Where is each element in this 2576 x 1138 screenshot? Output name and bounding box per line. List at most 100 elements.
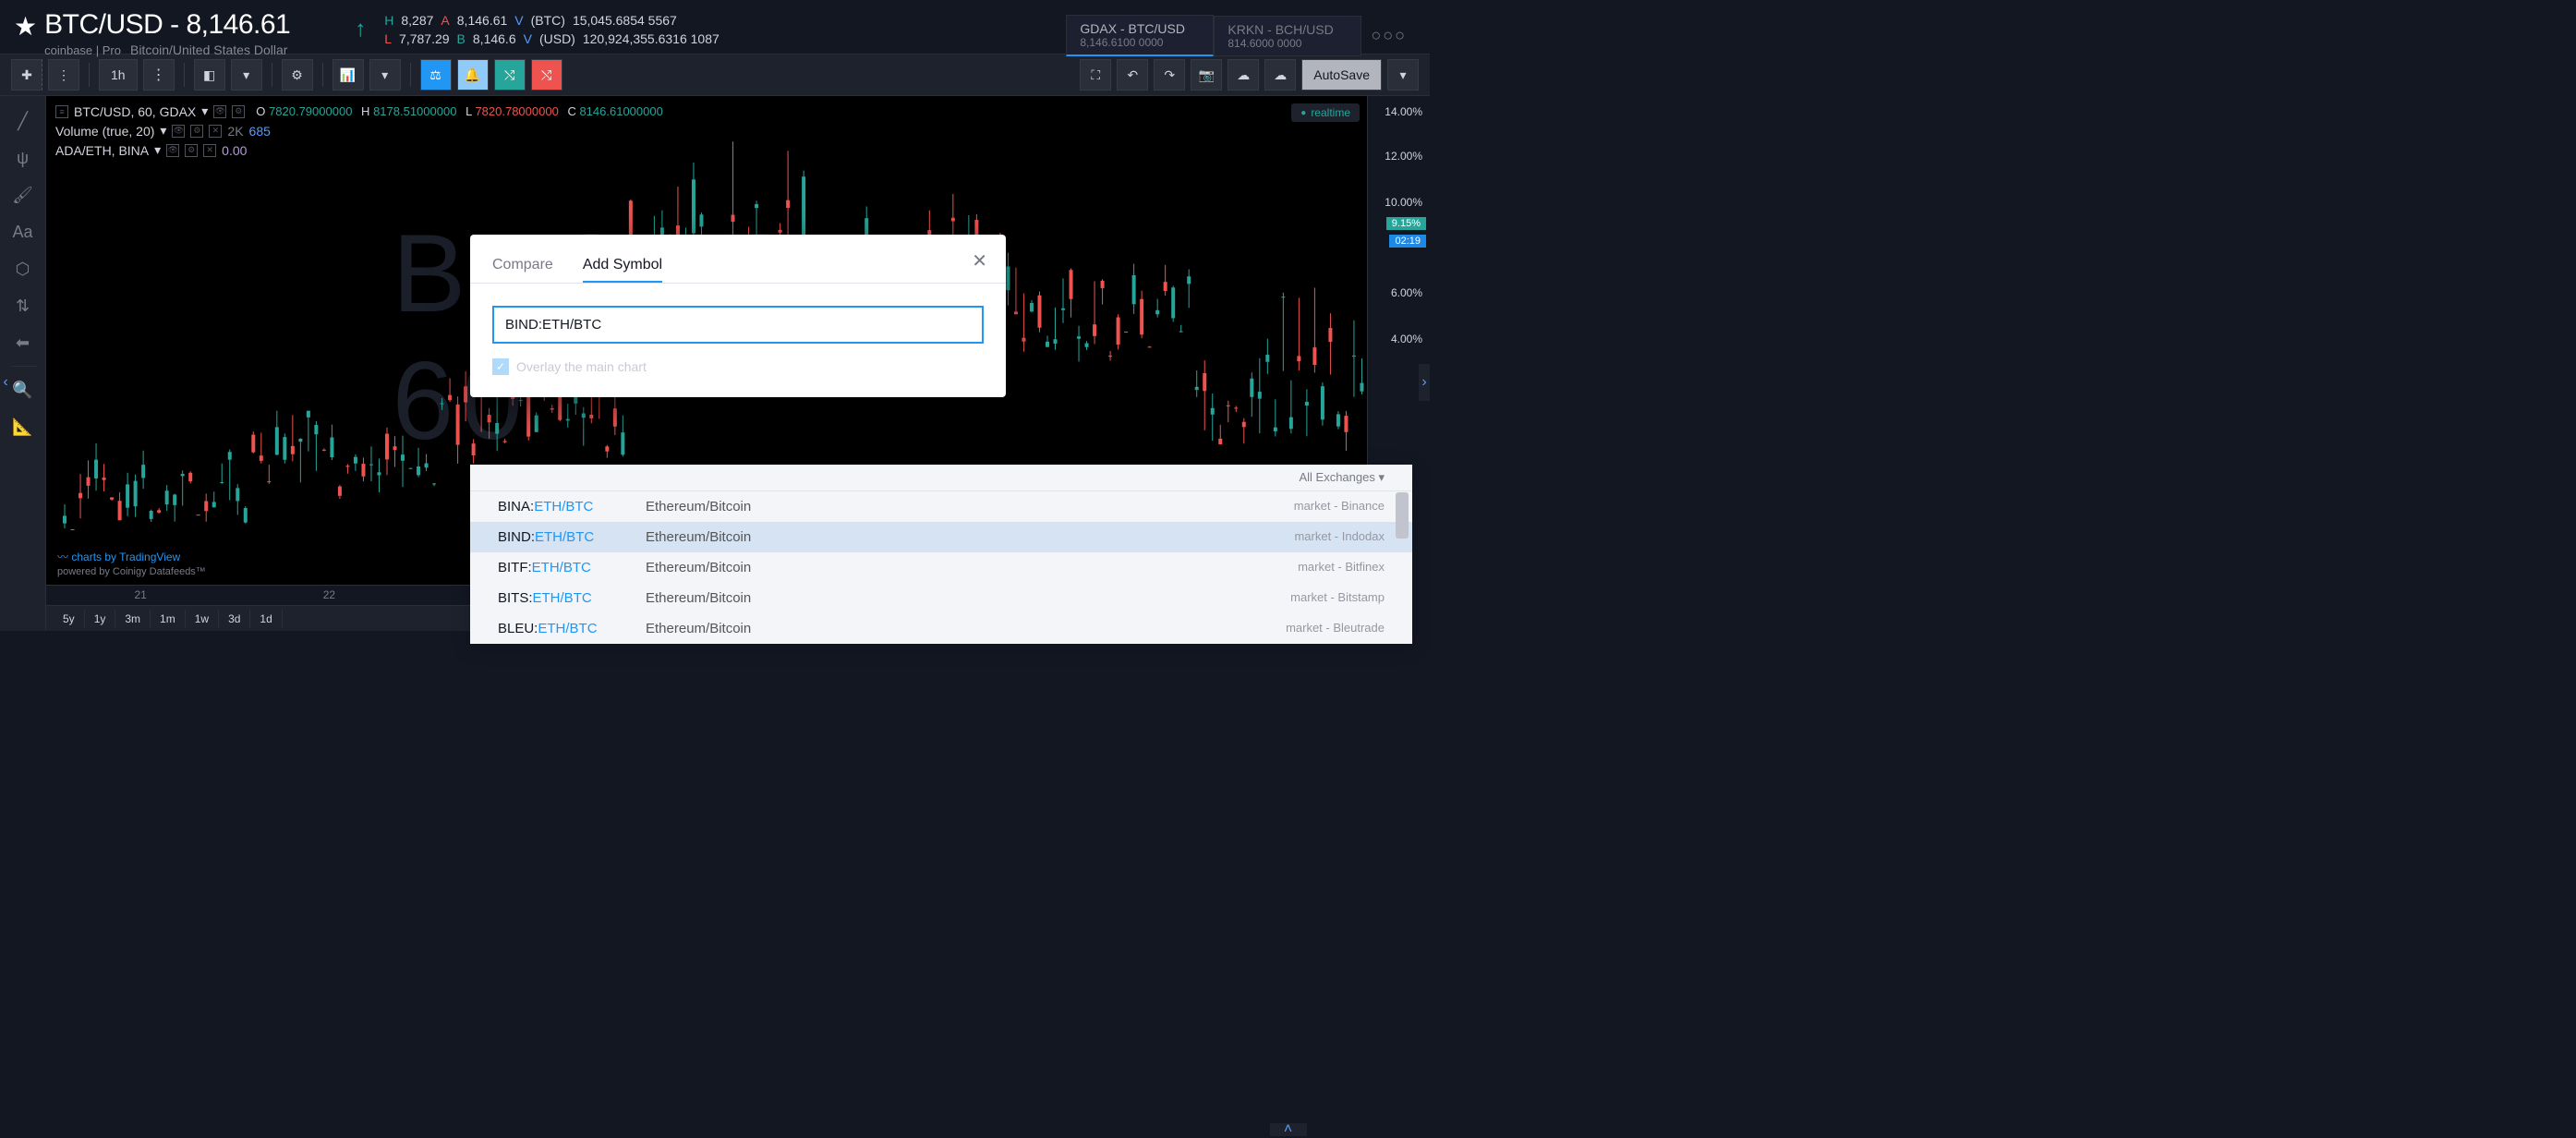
- tf-1m[interactable]: 1m: [151, 610, 186, 628]
- eye-icon[interactable]: ≡: [55, 105, 68, 118]
- dropdown-filter[interactable]: All Exchanges ▾: [470, 465, 1412, 491]
- legend-eye-icon[interactable]: 👁: [213, 105, 226, 118]
- tab-gdax-btcusd[interactable]: GDAX - BTC/USD 8,146.6100 0000: [1066, 15, 1214, 56]
- legend-overlay[interactable]: ADA/ETH, BINA: [55, 143, 149, 158]
- autosave-dropdown[interactable]: ▾: [1387, 59, 1419, 91]
- symbol-result-row[interactable]: BINA:ETH/BTCEthereum/Bitcoinmarket - Bin…: [470, 491, 1412, 522]
- cloud-upload-button[interactable]: ☁: [1264, 59, 1296, 91]
- tf-3d[interactable]: 3d: [219, 610, 250, 628]
- tf-1w[interactable]: 1w: [186, 610, 219, 628]
- pitchfork-tool[interactable]: ψ: [6, 140, 41, 176]
- expand-bottom-icon[interactable]: ˄: [1270, 1123, 1307, 1136]
- symbol-result-row[interactable]: BLEU:ETH/BTCEthereum/Bitcoinmarket - Ble…: [470, 613, 1412, 644]
- legend-close-icon[interactable]: ✕: [203, 144, 216, 157]
- scrollbar-thumb[interactable]: [1396, 492, 1409, 539]
- legend-low: 7820.78000000: [475, 104, 558, 118]
- legend-eye-icon[interactable]: 👁: [166, 144, 179, 157]
- tradingview-credit: 〰 charts by TradingView powered by Coini…: [57, 549, 206, 577]
- overlay-checkbox-row[interactable]: ✓ Overlay the main chart: [492, 358, 984, 375]
- modal-tab-add-symbol[interactable]: Add Symbol: [583, 249, 662, 283]
- legend-main-symbol[interactable]: BTC/USD, 60, GDAX: [74, 104, 196, 119]
- compare-button[interactable]: ⚖: [420, 59, 452, 91]
- symbol-search-input[interactable]: [492, 306, 984, 344]
- modal-tab-compare[interactable]: Compare: [492, 249, 553, 283]
- crosshair-button[interactable]: ✚: [11, 59, 42, 91]
- chart-pane[interactable]: BTCUSD, 60 ≡ BTC/USD, 60, GDAX ▾ 👁 ⚙ O 7…: [46, 96, 1430, 631]
- pattern-tool[interactable]: ⬡: [6, 251, 41, 286]
- expand-right-icon[interactable]: ›: [1419, 364, 1430, 401]
- screenshot-button[interactable]: 📷: [1191, 59, 1222, 91]
- more-tabs-icon[interactable]: ○○○: [1371, 26, 1407, 45]
- y-tick: 10.00%: [1385, 196, 1422, 209]
- legend-gear-icon[interactable]: ⚙: [232, 105, 245, 118]
- cloud-down-icon: ☁: [1237, 67, 1250, 83]
- redo-button[interactable]: ↷: [1154, 59, 1185, 91]
- autosave-button[interactable]: AutoSave: [1301, 59, 1382, 91]
- checkbox-checked-icon[interactable]: ✓: [492, 358, 509, 375]
- legend-open: 7820.79000000: [269, 104, 352, 118]
- cloud-download-button[interactable]: ☁: [1228, 59, 1259, 91]
- gear-icon: ⚙: [291, 67, 303, 83]
- alert-button[interactable]: 🔔: [457, 59, 489, 91]
- settings-button[interactable]: ⚙: [282, 59, 313, 91]
- long-position-button[interactable]: ⤭: [494, 59, 526, 91]
- tf-1y[interactable]: 1y: [85, 610, 116, 628]
- long-short-tool[interactable]: ⇅: [6, 288, 41, 323]
- text-tool[interactable]: Aa: [6, 214, 41, 249]
- cloud-logo-icon: 〰: [57, 551, 68, 563]
- result-symbol: BITF:ETH/BTC: [498, 560, 646, 575]
- brush-tool[interactable]: 🖌: [6, 177, 41, 212]
- y-countdown-badge: 02:19: [1389, 235, 1426, 248]
- bell-icon: 🔔: [465, 67, 480, 83]
- result-source: market - Indodax: [1294, 529, 1385, 545]
- symbol-dropdown: All Exchanges ▾ BINA:ETH/BTCEthereum/Bit…: [470, 465, 1412, 644]
- expand-left-icon[interactable]: ‹: [0, 364, 11, 401]
- legend-gear-icon[interactable]: ⚙: [185, 144, 198, 157]
- price-up-arrow-icon: ↑: [355, 17, 366, 42]
- tf-1d[interactable]: 1d: [250, 610, 282, 628]
- interval-menu[interactable]: ⋮: [143, 59, 175, 91]
- exchange-brand: coinbase | Pro: [44, 43, 121, 57]
- legend-close-icon[interactable]: ✕: [209, 125, 222, 138]
- shuffle-icon: ⤭: [504, 67, 514, 83]
- legend-eye-icon[interactable]: 👁: [172, 125, 185, 138]
- short-position-button[interactable]: ⤭: [531, 59, 562, 91]
- candle-style-button[interactable]: ◧: [194, 59, 225, 91]
- symbol-result-row[interactable]: BITS:ETH/BTCEthereum/Bitcoinmarket - Bit…: [470, 583, 1412, 613]
- trend-line-tool[interactable]: ╱: [6, 103, 41, 139]
- cloud-up-icon: ☁: [1274, 67, 1287, 83]
- interval-button[interactable]: 1h: [99, 59, 138, 91]
- y-current-badge: 9.15%: [1386, 217, 1426, 230]
- ruler-tool[interactable]: 📐: [6, 409, 41, 444]
- indicators-dropdown[interactable]: ▾: [369, 59, 401, 91]
- fullscreen-button[interactable]: ⛶: [1080, 59, 1111, 91]
- legend-close: 8146.61000000: [579, 104, 662, 118]
- result-symbol: BLEU:ETH/BTC: [498, 621, 646, 636]
- chevron-down-icon[interactable]: ▾: [160, 123, 166, 139]
- legend-gear-icon[interactable]: ⚙: [190, 125, 203, 138]
- stat-ask: 8,146.61: [457, 13, 508, 28]
- back-arrow-icon[interactable]: ⬅: [6, 325, 41, 360]
- symbol-result-row[interactable]: BITF:ETH/BTCEthereum/Bitcoinmarket - Bit…: [470, 552, 1412, 583]
- tf-3m[interactable]: 3m: [115, 610, 151, 628]
- modal-close-button[interactable]: ✕: [972, 249, 987, 272]
- indicators-button[interactable]: 📊: [333, 59, 364, 91]
- chevron-down-icon[interactable]: ▾: [201, 103, 208, 119]
- crosshair-dropdown[interactable]: ⋮: [48, 59, 79, 91]
- y-tick: 12.00%: [1385, 150, 1422, 163]
- result-source: market - Bitstamp: [1290, 590, 1385, 606]
- symbol-result-row[interactable]: BIND:ETH/BTCEthereum/Bitcoinmarket - Ind…: [470, 522, 1412, 552]
- favorite-star-icon[interactable]: ★: [14, 11, 37, 42]
- symbol-full-name: Bitcoin/United States Dollar: [130, 42, 287, 57]
- main-area: ‹ › ╱ ψ 🖌 Aa ⬡ ⇅ ⬅ 🔍 📐 BTCUSD, 60 ≡ BTC/…: [0, 96, 1430, 631]
- tab-krkn-bchusd[interactable]: KRKN - BCH/USD 814.6000 0000: [1214, 16, 1361, 56]
- symbol-pair: BTC/USD: [44, 9, 163, 40]
- legend-volume[interactable]: Volume (true, 20): [55, 124, 154, 139]
- chevron-down-icon[interactable]: ▾: [154, 142, 161, 158]
- undo-button[interactable]: ↶: [1117, 59, 1148, 91]
- y-tick: 4.00%: [1391, 333, 1422, 345]
- symbol-block: BTC/USD - 8,146.61 coinbase | Pro Bitcoi…: [44, 9, 290, 57]
- camera-icon: 📷: [1199, 67, 1215, 83]
- candle-style-dropdown[interactable]: ▾: [231, 59, 262, 91]
- tf-5y[interactable]: 5y: [54, 610, 85, 628]
